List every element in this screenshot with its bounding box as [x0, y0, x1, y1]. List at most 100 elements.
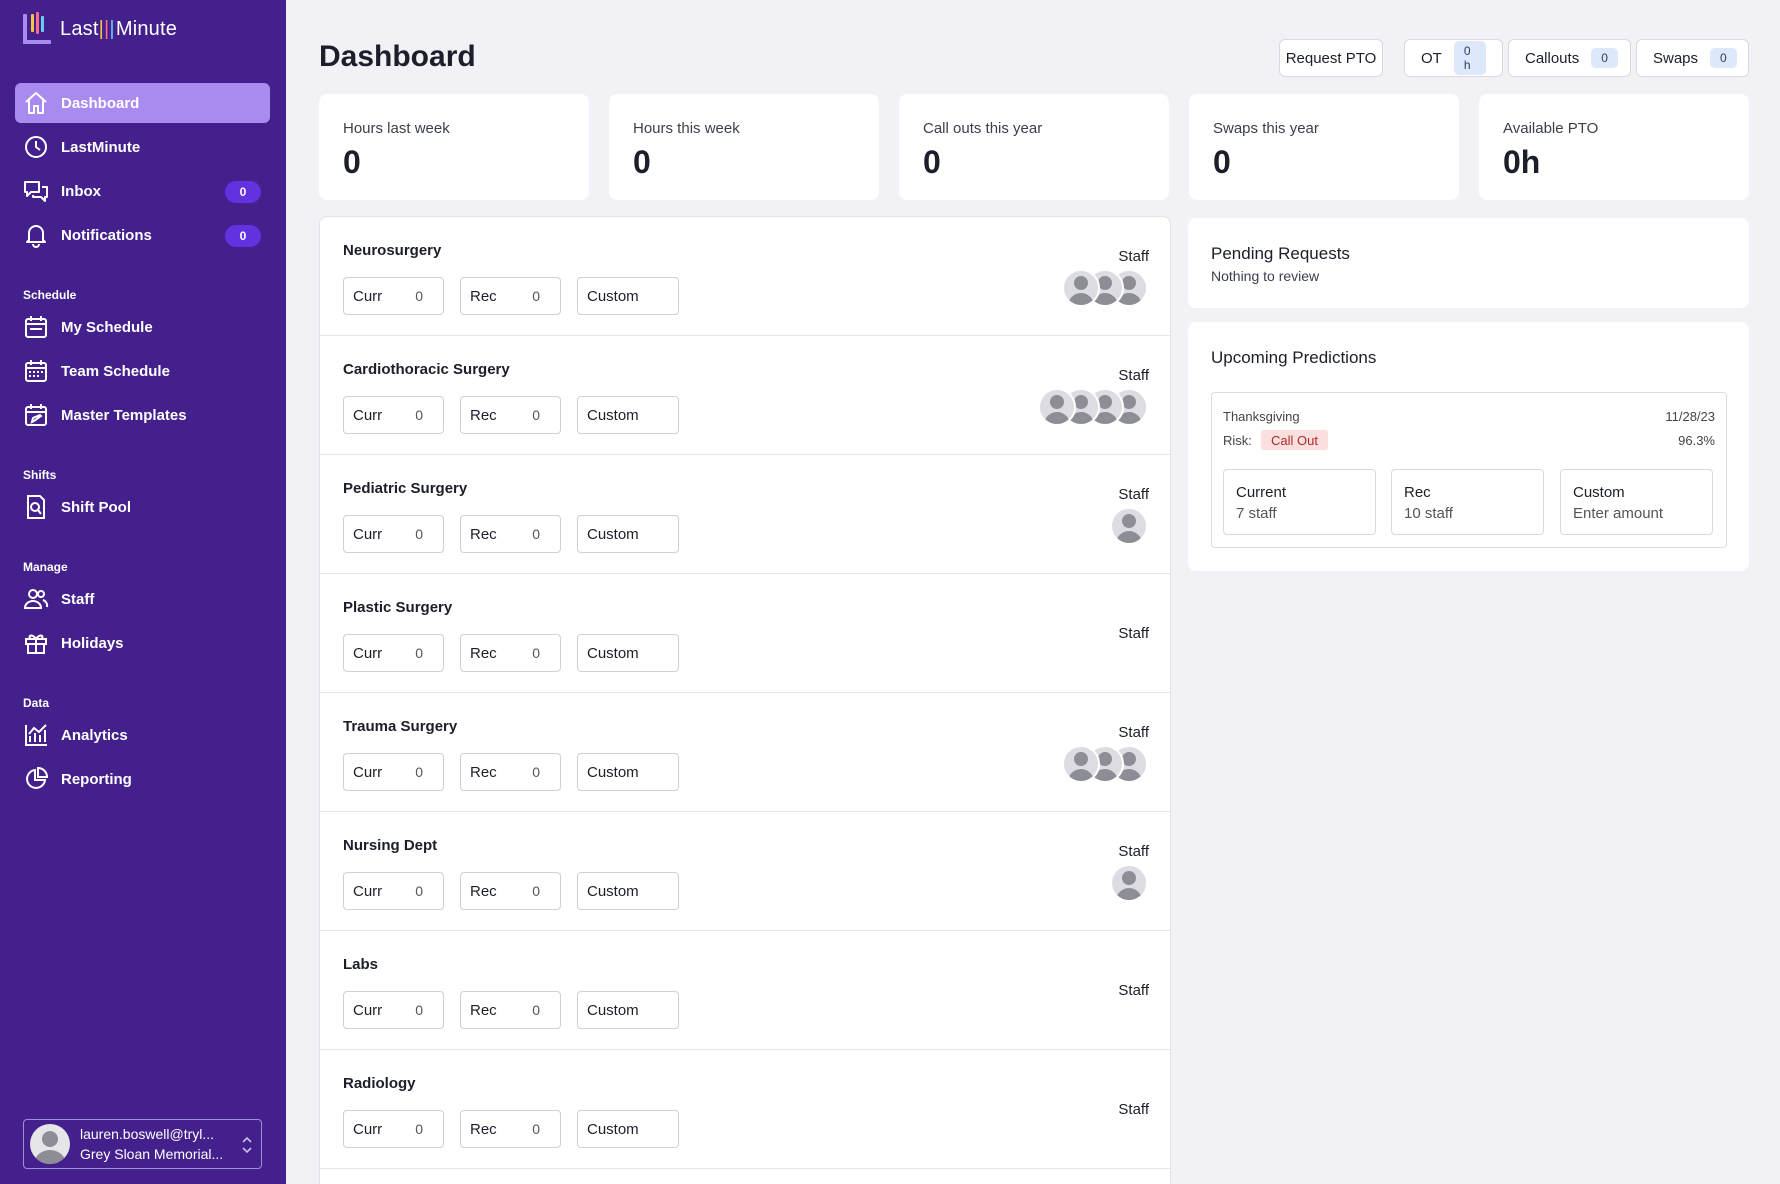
chevron-up-down-icon: [242, 1136, 252, 1154]
curr-staff-field[interactable]: Curr 0: [343, 991, 444, 1029]
nav-team-schedule-label: Team Schedule: [61, 362, 170, 380]
stat-card-call-outs-this-year: Call outs this year 0: [899, 94, 1169, 200]
option-title: Rec: [1404, 484, 1431, 501]
nav-staff-label: Staff: [61, 590, 95, 608]
departments-panel: Neurosurgery Curr 0 Rec 0 Custom Staff Car…: [319, 216, 1171, 1184]
staff-avatars[interactable]: [1110, 507, 1148, 547]
inbox-count-badge: 0: [225, 181, 261, 203]
nav-shift-pool[interactable]: Shift Pool: [15, 487, 270, 527]
curr-staff-field[interactable]: Curr 0: [343, 634, 444, 672]
staff-avatars[interactable]: [1062, 269, 1148, 309]
prediction-holiday: Thanksgiving: [1223, 409, 1300, 424]
nav-staff[interactable]: Staff: [15, 579, 270, 619]
pie-chart-icon: [26, 766, 49, 789]
curr-value: 0: [415, 1121, 423, 1137]
nav-dashboard-label: Dashboard: [61, 94, 140, 112]
section-label-shifts: Shifts: [23, 468, 57, 482]
curr-value: 0: [415, 407, 423, 423]
nav-master-templates[interactable]: Master Templates: [15, 395, 270, 435]
curr-staff-field[interactable]: Curr 0: [343, 515, 444, 553]
rec-staff-field[interactable]: Rec 0: [460, 1110, 561, 1148]
user-email: lauren.boswell@tryl...: [80, 1126, 215, 1142]
avatar: [1062, 745, 1100, 783]
staff-avatars[interactable]: [1110, 864, 1148, 904]
swaps-button[interactable]: Swaps 0: [1636, 39, 1749, 77]
custom-staff-option[interactable]: Custom Enter amount: [1560, 469, 1713, 535]
custom-staff-input[interactable]: Custom: [577, 515, 679, 553]
staff-label: Staff: [1118, 982, 1149, 999]
rec-staff-field[interactable]: Rec 0: [460, 634, 561, 672]
nav-holidays[interactable]: Holidays: [15, 623, 270, 663]
app-logo[interactable]: Last|||Minute: [22, 12, 177, 46]
stat-value: 0h: [1503, 144, 1541, 180]
curr-staff-field[interactable]: Curr 0: [343, 277, 444, 315]
curr-staff-field[interactable]: Curr 0: [343, 1110, 444, 1148]
risk-badge: Call Out: [1261, 430, 1328, 450]
custom-staff-input[interactable]: Custom: [577, 396, 679, 434]
rec-value: 0: [532, 764, 540, 780]
ot-button[interactable]: OT 0 h: [1404, 39, 1503, 77]
stat-value: 0: [923, 144, 941, 180]
curr-staff-field[interactable]: Curr 0: [343, 396, 444, 434]
stat-label: Available PTO: [1503, 120, 1599, 137]
callouts-button[interactable]: Callouts 0: [1508, 39, 1631, 77]
custom-staff-input[interactable]: Custom: [577, 634, 679, 672]
custom-label: Custom: [587, 763, 639, 781]
rec-label: Rec: [470, 1001, 497, 1019]
pending-requests-panel: Pending Requests Nothing to review: [1188, 218, 1749, 308]
section-label-manage: Manage: [23, 560, 68, 574]
stat-card-swaps-this-year: Swaps this year 0: [1189, 94, 1459, 200]
callouts-label: Callouts: [1525, 49, 1580, 67]
rec-staff-field[interactable]: Rec 0: [460, 396, 561, 434]
staff-avatars[interactable]: [1062, 745, 1148, 785]
request-pto-button[interactable]: Request PTO: [1279, 39, 1383, 77]
gift-icon: [25, 634, 47, 654]
curr-label: Curr: [353, 763, 383, 781]
custom-staff-input[interactable]: Custom: [577, 277, 679, 315]
rec-staff-field[interactable]: Rec 0: [460, 515, 561, 553]
curr-value: 0: [415, 764, 423, 780]
current-staff-option[interactable]: Current 7 staff: [1223, 469, 1376, 535]
staff-label: Staff: [1118, 724, 1149, 741]
rec-value: 0: [532, 407, 540, 423]
nav-my-schedule-label: My Schedule: [61, 318, 153, 336]
rec-staff-option[interactable]: Rec 10 staff: [1391, 469, 1544, 535]
calendar-grid-icon: [25, 360, 47, 382]
department-row: Plastic Surgery Curr 0 Rec 0 Custom Staff: [320, 574, 1170, 693]
curr-label: Curr: [353, 406, 383, 424]
staff-avatars[interactable]: [1038, 388, 1148, 428]
nav-inbox-label: Inbox: [61, 182, 101, 200]
nav-lastminute-label: LastMinute: [61, 138, 141, 156]
nav-inbox[interactable]: Inbox 0: [15, 171, 270, 211]
rec-staff-field[interactable]: Rec 0: [460, 872, 561, 910]
rec-label: Rec: [470, 287, 497, 305]
rec-staff-field[interactable]: Rec 0: [460, 277, 561, 315]
department-name: Neurosurgery: [343, 242, 442, 259]
curr-staff-field[interactable]: Curr 0: [343, 753, 444, 791]
nav-reporting[interactable]: Reporting: [15, 759, 270, 799]
rec-value: 0: [532, 1121, 540, 1137]
nav-analytics[interactable]: Analytics: [15, 715, 270, 755]
custom-staff-input[interactable]: Custom: [577, 1110, 679, 1148]
nav-lastminute[interactable]: LastMinute: [15, 127, 270, 167]
department-name: Nursing Dept: [343, 837, 438, 854]
custom-staff-input[interactable]: Custom: [577, 753, 679, 791]
nav-notifications[interactable]: Notifications 0: [15, 215, 270, 255]
stat-label: Swaps this year: [1213, 120, 1319, 137]
section-label-schedule: Schedule: [23, 288, 77, 302]
rec-staff-field[interactable]: Rec 0: [460, 991, 561, 1029]
nav-dashboard[interactable]: Dashboard: [15, 83, 270, 123]
option-title: Custom: [1573, 484, 1625, 501]
custom-staff-input[interactable]: Custom: [577, 872, 679, 910]
swaps-label: Swaps: [1653, 49, 1699, 67]
department-name: Radiology: [343, 1075, 416, 1092]
user-account-menu[interactable]: lauren.boswell@tryl... Grey Sloan Memori…: [23, 1119, 262, 1169]
nav-team-schedule[interactable]: Team Schedule: [15, 351, 270, 391]
custom-staff-input[interactable]: Custom: [577, 991, 679, 1029]
stat-label: Hours this week: [633, 120, 740, 137]
nav-my-schedule[interactable]: My Schedule: [15, 307, 270, 347]
rec-staff-field[interactable]: Rec 0: [460, 753, 561, 791]
curr-staff-field[interactable]: Curr 0: [343, 872, 444, 910]
rec-value: 0: [532, 645, 540, 661]
rec-value: 0: [532, 288, 540, 304]
